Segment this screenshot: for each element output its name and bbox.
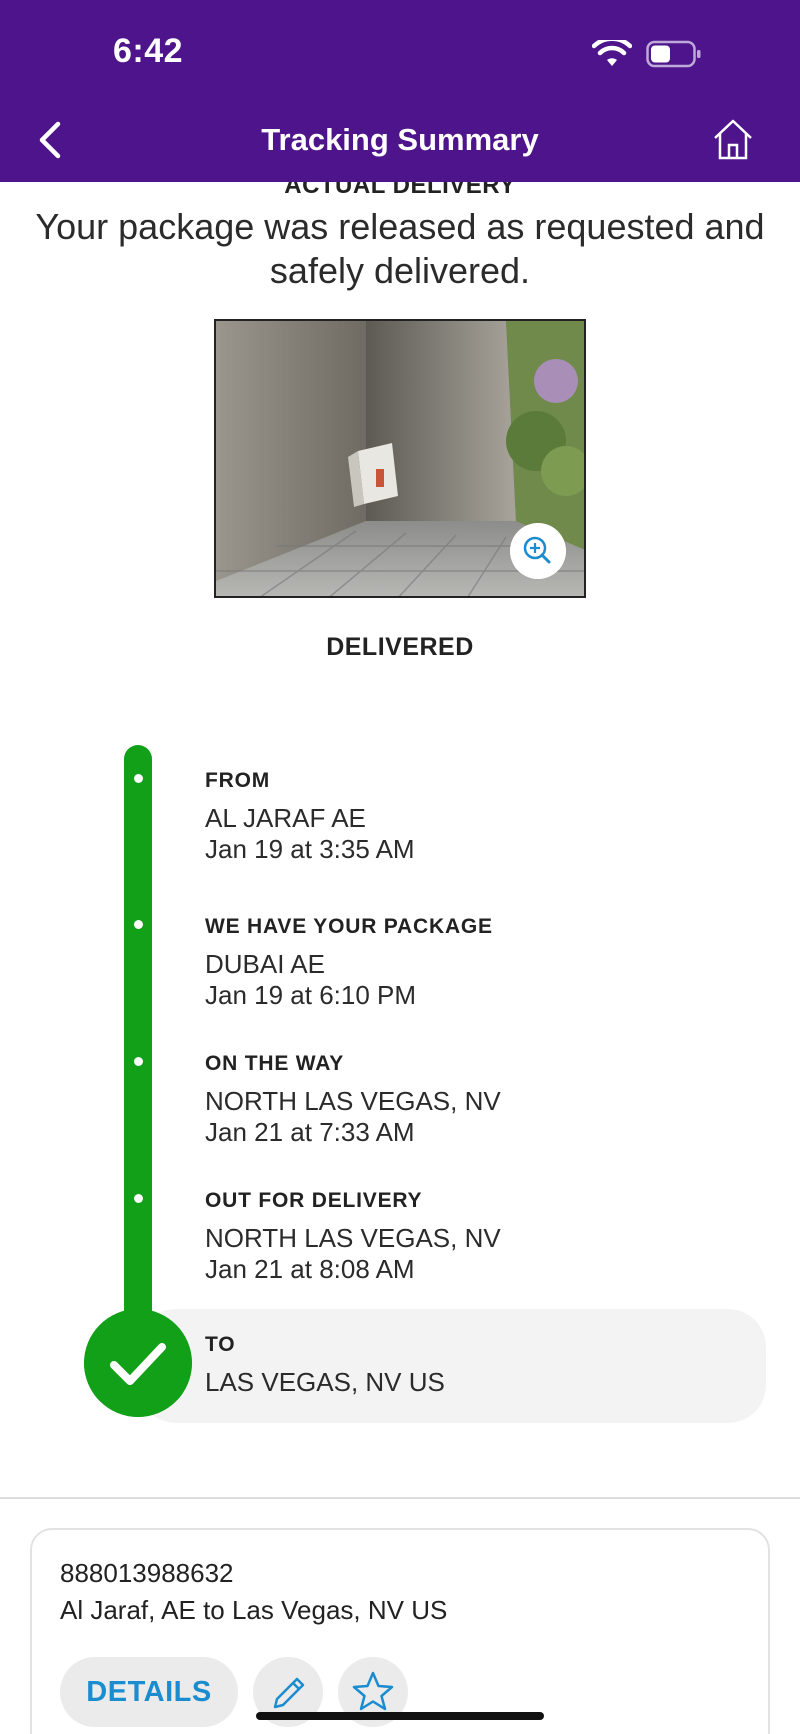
timeline-event-out-for-delivery: OUT FOR DELIVERY NORTH LAS VEGAS, NV Jan…: [205, 1189, 765, 1285]
wifi-icon: [592, 40, 632, 66]
event-location: AL JARAF AE: [205, 803, 366, 833]
timeline-event-from: FROM AL JARAF AE Jan 19 at 3:35 AM: [205, 769, 765, 865]
status-time: 6:42: [113, 32, 184, 70]
timeline-dot: [134, 920, 143, 929]
delivery-message: Your package was released as requested a…: [35, 206, 765, 291]
event-time: Jan 19 at 6:10 PM: [205, 980, 417, 1010]
timeline-dot: [134, 1057, 143, 1066]
tracking-number: 888013988632: [60, 1558, 234, 1588]
timeline-dot: [134, 774, 143, 783]
delivery-status: DELIVERED: [326, 633, 474, 661]
battery-icon: [646, 40, 701, 68]
event-location: DUBAI AE: [205, 949, 325, 979]
event-time: Jan 21 at 7:33 AM: [205, 1117, 415, 1147]
section-divider: [0, 1497, 800, 1499]
timeline-event-on-the-way: ON THE WAY NORTH LAS VEGAS, NV Jan 21 at…: [205, 1052, 765, 1148]
app-header: 6:42 Tracking Summary: [0, 0, 800, 182]
event-time: Jan 19 at 3:35 AM: [205, 834, 415, 864]
event-label: FROM: [205, 769, 271, 792]
zoom-in-icon[interactable]: [510, 523, 566, 579]
checkmark-icon: [84, 1309, 192, 1417]
timeline-event-picked-up: WE HAVE YOUR PACKAGE DUBAI AE Jan 19 at …: [205, 915, 765, 1011]
event-label: ON THE WAY: [205, 1052, 345, 1075]
timeline-dot: [134, 1194, 143, 1203]
timeline-event-to: TO LAS VEGAS, NV US: [205, 1333, 765, 1398]
page-title: Tracking Summary: [261, 122, 539, 157]
event-location: LAS VEGAS, NV US: [205, 1367, 445, 1397]
event-location: NORTH LAS VEGAS, NV: [205, 1086, 501, 1116]
event-time: Jan 21 at 8:08 AM: [205, 1254, 415, 1284]
shipment-route: Al Jaraf, AE to Las Vegas, NV US: [60, 1595, 448, 1625]
home-icon[interactable]: [712, 116, 754, 162]
event-label: WE HAVE YOUR PACKAGE: [205, 915, 493, 938]
details-button[interactable]: DETAILS: [60, 1657, 238, 1727]
home-indicator: [256, 1712, 544, 1720]
event-label: OUT FOR DELIVERY: [205, 1189, 423, 1212]
event-location: NORTH LAS VEGAS, NV: [205, 1223, 501, 1253]
event-label: TO: [205, 1333, 236, 1356]
